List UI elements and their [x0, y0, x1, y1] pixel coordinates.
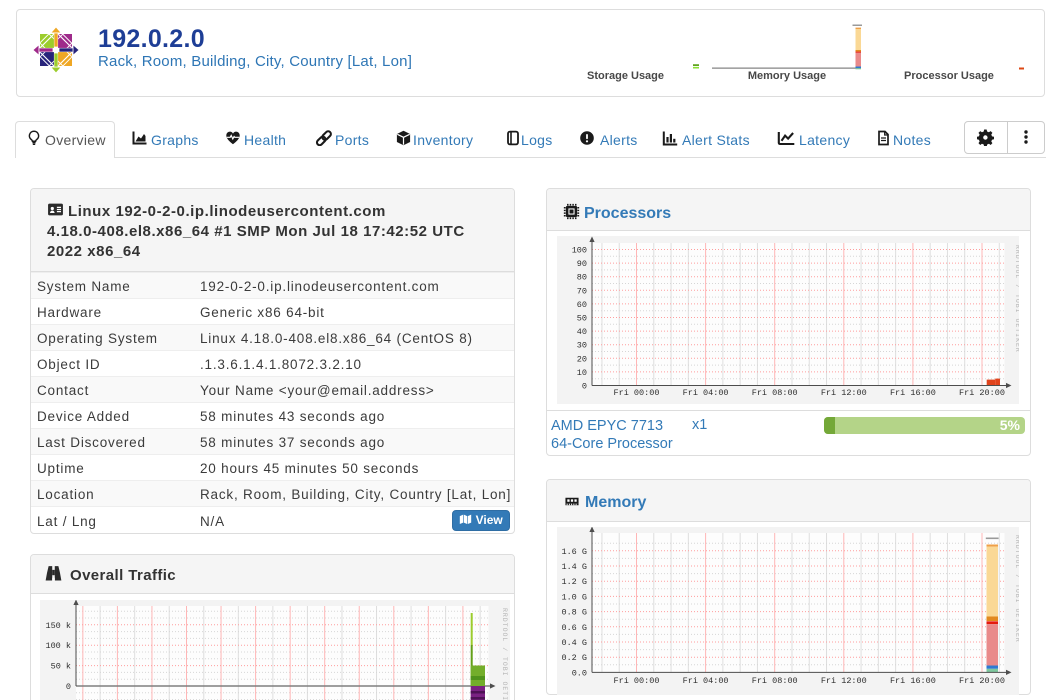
svg-text:100: 100 [572, 246, 587, 256]
svg-text:Fri 20:00: Fri 20:00 [959, 388, 1005, 398]
svg-text:Fri 20:00: Fri 20:00 [959, 676, 1005, 686]
svg-text:80: 80 [577, 273, 587, 283]
svg-text:0.2 G: 0.2 G [561, 653, 587, 663]
svg-text:Fri 04:00: Fri 04:00 [683, 676, 729, 686]
svg-text:1.4 G: 1.4 G [561, 562, 587, 572]
svg-text:Fri 00:00: Fri 00:00 [614, 388, 660, 398]
svg-text:0.0: 0.0 [572, 668, 587, 678]
svg-text:90: 90 [577, 259, 587, 269]
svg-text:RRDTOOL / TOBI OETIKER: RRDTOOL / TOBI OETIKER [1014, 535, 1019, 643]
svg-text:1.2 G: 1.2 G [561, 577, 587, 587]
svg-text:Fri 12:00: Fri 12:00 [821, 676, 867, 686]
svg-text:Fri 12:00: Fri 12:00 [821, 388, 867, 398]
svg-text:RRDTOOL / TOBI OETIKER: RRDTOOL / TOBI OETIKER [1014, 245, 1019, 353]
svg-text:1.0 G: 1.0 G [561, 592, 587, 602]
svg-text:Fri 08:00: Fri 08:00 [752, 388, 798, 398]
svg-text:Fri 00:00: Fri 00:00 [614, 676, 660, 686]
svg-text:100 k: 100 k [45, 641, 71, 651]
svg-text:RRDTOOL / TOBI OETIKER: RRDTOOL / TOBI OETIKER [501, 608, 508, 700]
svg-text:0: 0 [66, 682, 71, 692]
svg-text:40: 40 [577, 327, 587, 337]
svg-text:0: 0 [582, 382, 587, 392]
svg-text:0.8 G: 0.8 G [561, 608, 587, 618]
svg-text:10: 10 [577, 368, 587, 378]
svg-text:50 k: 50 k [51, 662, 71, 672]
svg-text:20: 20 [577, 354, 587, 364]
svg-text:Fri 16:00: Fri 16:00 [890, 676, 936, 686]
svg-text:30: 30 [577, 341, 587, 351]
svg-text:0.4 G: 0.4 G [561, 638, 587, 648]
svg-text:1.6 G: 1.6 G [561, 547, 587, 557]
svg-text:Fri 04:00: Fri 04:00 [683, 388, 729, 398]
svg-text:Fri 16:00: Fri 16:00 [890, 388, 936, 398]
svg-text:0.6 G: 0.6 G [561, 623, 587, 633]
svg-text:150 k: 150 k [45, 621, 71, 631]
svg-text:Fri 08:00: Fri 08:00 [752, 676, 798, 686]
svg-text:70: 70 [577, 286, 587, 296]
svg-text:50: 50 [577, 314, 587, 324]
svg-text:60: 60 [577, 300, 587, 310]
